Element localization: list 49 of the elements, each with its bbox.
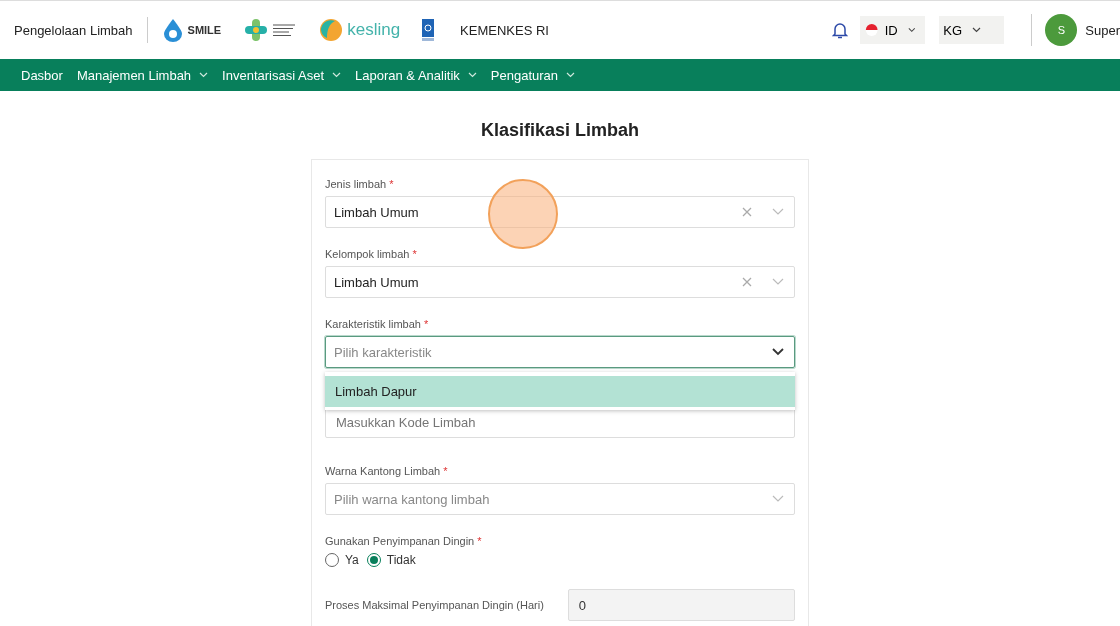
nav-menu-item[interactable]: Inventarisasi Aset: [215, 67, 348, 83]
drop-icon: [161, 18, 184, 42]
required-asterisk: *: [443, 465, 448, 477]
required-asterisk: *: [424, 318, 429, 330]
unit-select[interactable]: KG: [939, 16, 1005, 44]
field-label: Jenis limbah: [325, 178, 387, 190]
kesling-logo: kesling: [319, 18, 401, 42]
app-title: Pengelolaan Limbah: [14, 22, 133, 38]
page-title: Klasifikasi Limbah: [479, 120, 641, 141]
leaf-circle-icon: [319, 18, 344, 42]
chevron-down-icon: [772, 348, 784, 356]
select-field[interactable]: Limbah Umum: [325, 196, 795, 228]
language-select[interactable]: ID: [860, 16, 926, 44]
required-asterisk: *: [412, 248, 417, 260]
field-label: Gunakan Penyimpanan Dingin: [325, 535, 475, 547]
radio-option[interactable]: Tidak: [366, 553, 416, 567]
flag-icon: [865, 22, 879, 38]
chevron-down-icon: [772, 208, 784, 216]
select-field[interactable]: Pilih warna kantong limbah: [325, 483, 795, 515]
caret-icon: [566, 72, 576, 78]
chevron-down-icon: [772, 495, 784, 503]
undp-logo: [422, 19, 435, 41]
organization-name: KEMENKES RI: [460, 22, 549, 38]
field-label: Warna Kantong Limbah: [325, 465, 441, 477]
cross-icon: [243, 18, 270, 42]
logo-lines-icon: [273, 23, 298, 37]
user-name[interactable]: Super: [1085, 22, 1120, 38]
nav-menu-item[interactable]: Manajemen Limbah: [69, 67, 216, 83]
caret-icon: [467, 72, 477, 78]
caret-icon: [972, 27, 982, 33]
select-field[interactable]: Limbah Umum: [325, 266, 795, 298]
required-asterisk: *: [477, 535, 482, 547]
field-label: Karakteristik limbah: [325, 318, 421, 330]
field-label: Proses Maksimal Penyimpanan Dingin (Hari): [325, 598, 544, 613]
notification-bell-icon[interactable]: [832, 21, 849, 39]
caret-icon: [199, 72, 209, 78]
chevron-down-icon: [772, 278, 784, 286]
select-field[interactable]: Pilih karakteristik: [325, 336, 795, 368]
user-avatar[interactable]: S: [1045, 14, 1078, 46]
caret-icon: [907, 27, 916, 33]
dropdown-option[interactable]: Limbah Dapur: [325, 376, 795, 407]
field-label: Kelompok limbah: [325, 248, 410, 260]
nav-menu-item[interactable]: Dasbor: [14, 67, 70, 83]
nav-menu-item[interactable]: Pengaturan: [483, 67, 583, 83]
caret-icon: [332, 72, 341, 78]
required-asterisk: *: [389, 178, 394, 190]
nav-menu-item[interactable]: Laporan & Analitik: [348, 67, 484, 83]
radio-option[interactable]: Ya: [325, 553, 359, 567]
smile-logo: SMILE: [161, 18, 222, 42]
